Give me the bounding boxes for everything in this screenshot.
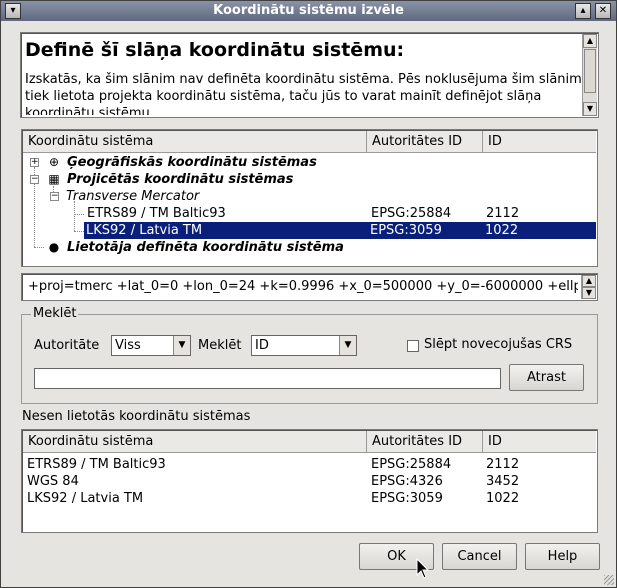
recent-list[interactable]: Koordinātu sistēma Autoritātes ID ID ETR… bbox=[21, 429, 598, 533]
row-auth: EPSG:4326 bbox=[371, 474, 443, 489]
header-authority-id[interactable]: Autoritātes ID bbox=[367, 131, 483, 152]
cancel-button[interactable]: Cancel bbox=[442, 543, 517, 570]
search-field-value: ID bbox=[255, 338, 269, 353]
collapse-icon[interactable]: − bbox=[50, 192, 59, 201]
row-auth: EPSG:3059 bbox=[371, 491, 443, 506]
window-menu-icon[interactable]: ▾ bbox=[5, 3, 21, 19]
tree-item-label: Ģeogrāfiskās koordinātu sistēmas bbox=[67, 155, 317, 170]
help-button[interactable]: Help bbox=[525, 543, 600, 570]
crs-tree[interactable]: Koordinātu sistēma Autoritātes ID ID + ⊕… bbox=[21, 129, 598, 267]
scroll-down-icon[interactable]: ▼ bbox=[583, 102, 597, 116]
user-icon: ● bbox=[48, 240, 60, 254]
expand-icon[interactable]: + bbox=[30, 158, 39, 167]
description-title: Definē šī slāņa koordinātu sistēmu: bbox=[25, 39, 405, 61]
row-auth: EPSG:25884 bbox=[371, 457, 452, 472]
authority-value: Viss bbox=[115, 338, 141, 353]
tree-item-label: LKS92 / Latvia TM bbox=[86, 223, 203, 238]
row-id: 2112 bbox=[486, 457, 520, 472]
dialog-window: Koordinātu sistēmu izvēle ▾ ▴ ✕ ▲ ▼ Defi… bbox=[0, 0, 617, 588]
tree-item-label: Transverse Mercator bbox=[66, 189, 200, 204]
tree-item-label: ETRS89 / TM Baltic93 bbox=[87, 206, 226, 221]
header-authority-id[interactable]: Autoritātes ID bbox=[367, 431, 483, 452]
header-crs[interactable]: Koordinātu sistēma bbox=[23, 131, 367, 152]
collapse-icon[interactable]: − bbox=[30, 175, 39, 184]
row-name: WGS 84 bbox=[27, 474, 79, 489]
recent-title: Nesen lietotās koordinātu sistēmas bbox=[22, 409, 251, 424]
tree-item-transverse-mercator[interactable]: − Transverse Mercator bbox=[23, 188, 596, 205]
row-id: 1022 bbox=[486, 491, 520, 506]
scroll-up-icon[interactable]: ▲ bbox=[583, 34, 597, 48]
tree-item-label: Projicētās koordinātu sistēmas bbox=[67, 172, 294, 187]
scroll-down-icon[interactable]: ▼ bbox=[582, 287, 596, 299]
header-crs[interactable]: Koordinātu sistēma bbox=[23, 431, 367, 452]
scroll-thumb[interactable] bbox=[584, 49, 596, 93]
table-row[interactable]: LKS92 / Latvia TM EPSG:3059 1022 bbox=[23, 490, 596, 507]
table-row[interactable]: WGS 84 EPSG:4326 3452 bbox=[23, 473, 596, 490]
search-input[interactable] bbox=[34, 368, 501, 389]
tree-item-label: Lietotāja definēta koordinātu sistēma bbox=[67, 240, 344, 255]
header-id[interactable]: ID bbox=[483, 431, 596, 452]
chevron-down-icon[interactable]: ▼ bbox=[173, 336, 190, 355]
search-field-label: Meklēt bbox=[198, 338, 242, 353]
hide-deprecated-label: Slēpt novecojušas CRS bbox=[424, 337, 573, 352]
shade-button[interactable]: ▴ bbox=[575, 3, 591, 19]
globe-icon: ⊕ bbox=[48, 155, 60, 169]
tree-item-lks92-selected[interactable]: LKS92 / Latvia TM EPSG:3059 1022 bbox=[84, 222, 596, 239]
chevron-down-icon[interactable]: ▼ bbox=[339, 336, 356, 355]
authority-label: Autoritāte bbox=[34, 338, 100, 353]
tree-line bbox=[74, 231, 84, 232]
header-id[interactable]: ID bbox=[483, 131, 596, 152]
find-button[interactable]: Atrast bbox=[509, 364, 584, 391]
tree-item-user-defined[interactable]: ● Lietotāja definēta koordinātu sistēma bbox=[23, 239, 596, 256]
window-title: Koordinātu sistēmu izvēle bbox=[213, 3, 404, 18]
resize-grip[interactable] bbox=[604, 575, 614, 585]
tree-item-projected[interactable]: − ▦ Projicētās koordinātu sistēmas bbox=[23, 171, 596, 188]
table-row[interactable]: ETRS89 / TM Baltic93 EPSG:25884 2112 bbox=[23, 456, 596, 473]
row-id: 3452 bbox=[486, 474, 520, 489]
search-group-label: Meklēt bbox=[31, 306, 79, 321]
crs-tree-header: Koordinātu sistēma Autoritātes ID ID bbox=[23, 131, 596, 153]
tree-item-geographic[interactable]: + ⊕ Ģeogrāfiskās koordinātu sistēmas bbox=[23, 154, 596, 171]
proj-string-text: +proj=tmerc +lat_0=0 +lon_0=24 +k=0.9996… bbox=[28, 279, 578, 294]
tree-item-id: 2112 bbox=[486, 206, 520, 221]
row-name: ETRS89 / TM Baltic93 bbox=[27, 457, 166, 472]
proj-scrollbar[interactable]: ▲ ▼ bbox=[581, 275, 596, 299]
row-name: LKS92 / Latvia TM bbox=[27, 491, 144, 506]
tree-item-auth: EPSG:3059 bbox=[370, 223, 442, 238]
close-icon[interactable]: ✕ bbox=[595, 3, 611, 19]
title-bar[interactable]: Koordinātu sistēmu izvēle ▾ ▴ ✕ bbox=[1, 1, 616, 21]
authority-select[interactable]: Viss ▼ bbox=[111, 335, 191, 356]
description-text: Izskatās, ka šim slānim nav definēta koo… bbox=[25, 72, 582, 115]
scroll-up-icon[interactable]: ▲ bbox=[582, 275, 596, 287]
tree-item-etrs89[interactable]: ETRS89 / TM Baltic93 EPSG:25884 2112 bbox=[23, 205, 596, 222]
proj-string-box[interactable]: +proj=tmerc +lat_0=0 +lon_0=24 +k=0.9996… bbox=[21, 273, 598, 301]
tree-item-id: 1022 bbox=[485, 223, 519, 238]
mouse-cursor-icon bbox=[416, 558, 430, 579]
tree-item-auth: EPSG:25884 bbox=[371, 206, 452, 221]
search-field-select[interactable]: ID ▼ bbox=[251, 335, 357, 356]
recent-list-header: Koordinātu sistēma Autoritātes ID ID bbox=[23, 431, 596, 453]
hide-deprecated-checkbox[interactable] bbox=[407, 340, 419, 352]
grid-icon: ▦ bbox=[48, 172, 60, 186]
